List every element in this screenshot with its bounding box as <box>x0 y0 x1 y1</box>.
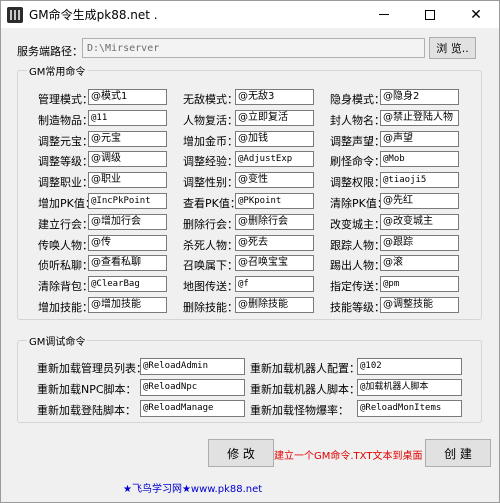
hint-text: 建立一个GM命令.TXT文本到桌面 <box>274 451 423 462</box>
command-input[interactable]: @滚 <box>380 255 459 271</box>
command-label: 管理模式： <box>38 93 93 106</box>
close-icon: ✕ <box>470 6 482 23</box>
command-input[interactable]: @11 <box>88 110 167 126</box>
browse-button[interactable]: 浏 览.. <box>429 37 476 59</box>
command-input[interactable]: @无敌3 <box>235 89 314 105</box>
maximize-icon <box>425 9 435 20</box>
command-input[interactable]: @召唤宝宝 <box>235 255 314 271</box>
debug-command-label: 重新加载怪物爆率： <box>250 404 349 417</box>
command-label: 踢出人物： <box>330 259 385 272</box>
command-input[interactable]: @增加行会 <box>88 214 167 230</box>
debug-command-label: 重新加载机器人配置： <box>250 362 360 375</box>
command-input[interactable]: @传 <box>88 235 167 251</box>
command-label: 制造物品： <box>38 114 93 127</box>
command-input[interactable]: @pm <box>380 276 459 292</box>
debug-command-label: 重新加载登陆脚本： <box>37 404 136 417</box>
window-title: GM命令生成pk88.net . <box>29 8 158 22</box>
debug-command-input[interactable]: @ReloadMonItems <box>357 400 462 417</box>
command-label: 调整职业： <box>38 176 93 189</box>
command-input[interactable]: @加钱 <box>235 131 314 147</box>
command-label: 调整性别： <box>183 176 238 189</box>
minimize-icon <box>379 14 389 15</box>
command-label: 调整经验： <box>183 155 238 168</box>
command-label: 封人物名： <box>330 114 385 127</box>
group-title: GM调试命令 <box>27 333 88 348</box>
command-input[interactable]: @删除行会 <box>235 214 314 230</box>
command-input[interactable]: @隐身2 <box>380 89 459 105</box>
command-label: 改变城主： <box>330 218 385 231</box>
maximize-button[interactable] <box>407 1 453 28</box>
command-input[interactable]: @Mob <box>380 151 459 167</box>
title-bar[interactable]: GM命令生成pk88.net . ✕ <box>1 1 499 28</box>
command-input[interactable]: @职业 <box>88 172 167 188</box>
command-input[interactable]: @死去 <box>235 235 314 251</box>
command-input[interactable]: @禁止登陆人物 <box>380 110 459 126</box>
command-input[interactable]: @IncPkPoint <box>88 193 167 209</box>
command-input[interactable]: @PKpoint <box>235 193 314 209</box>
debug-command-input[interactable]: @102 <box>357 358 462 375</box>
command-input[interactable]: @tiaoji5 <box>380 172 459 188</box>
command-input[interactable]: @删除技能 <box>235 297 314 313</box>
debug-command-label: 重新加载机器人脚本： <box>250 383 360 396</box>
command-label: 隐身模式： <box>330 93 385 106</box>
command-label: 人物复活： <box>183 114 238 127</box>
command-label: 传唤人物： <box>38 239 93 252</box>
debug-command-input[interactable]: @ReloadNpc <box>140 379 245 396</box>
command-input[interactable]: @声望 <box>380 131 459 147</box>
command-input[interactable]: @先红 <box>380 193 459 209</box>
command-input[interactable]: @模式1 <box>88 89 167 105</box>
command-label: 增加金币： <box>183 135 238 148</box>
command-label: 调整权限： <box>330 176 385 189</box>
app-icon <box>7 7 23 23</box>
command-input[interactable]: @增加技能 <box>88 297 167 313</box>
command-label: 跟踪人物： <box>330 239 385 252</box>
command-input[interactable]: @ClearBag <box>88 276 167 292</box>
command-input[interactable]: @查看私聊 <box>88 255 167 271</box>
command-input[interactable]: @变性 <box>235 172 314 188</box>
minimize-button[interactable] <box>361 1 407 28</box>
server-path-input[interactable]: D:\Mirserver <box>82 38 425 58</box>
debug-command-label: 重新加载管理员列表： <box>37 362 147 375</box>
command-label: 删除技能： <box>183 301 238 314</box>
server-path-label: 服务端路径： <box>17 45 83 58</box>
command-label: 无敌模式： <box>183 93 238 106</box>
command-input[interactable]: @AdjustExp <box>235 151 314 167</box>
command-label: 调整元宝： <box>38 135 93 148</box>
app-window: GM命令生成pk88.net . ✕ 服务端路径： D:\Mirserver 浏… <box>0 0 500 503</box>
command-label: 调整声望： <box>330 135 385 148</box>
command-input[interactable]: @跟踪 <box>380 235 459 251</box>
command-label: 指定传送： <box>330 280 385 293</box>
debug-command-label: 重新加载NPC脚本： <box>37 383 137 396</box>
command-input[interactable]: @立即复活 <box>235 110 314 126</box>
command-label: 建立行会： <box>38 218 93 231</box>
debug-command-input[interactable]: @ReloadManage <box>140 400 245 417</box>
command-label: 技能等级： <box>330 301 385 314</box>
command-label: 删除行会： <box>183 218 238 231</box>
command-input[interactable]: @调整技能 <box>380 297 459 313</box>
command-label: 调整等级： <box>38 155 93 168</box>
command-input[interactable]: @f <box>235 276 314 292</box>
command-label: 杀死人物： <box>183 239 238 252</box>
command-input[interactable]: @元宝 <box>88 131 167 147</box>
debug-command-input[interactable]: @加载机器人脚本 <box>357 379 462 396</box>
close-button[interactable]: ✕ <box>453 1 499 28</box>
command-label: 刷怪命令： <box>330 155 385 168</box>
footer-link[interactable]: ★飞鸟学习网★www.pk88.net <box>123 480 262 495</box>
command-label: 查看PK值： <box>183 197 241 210</box>
command-label: 侦听私聊： <box>38 259 93 272</box>
create-button[interactable]: 创 建 <box>425 439 491 467</box>
command-label: 清除背包： <box>38 280 93 293</box>
command-input[interactable]: @改变城主 <box>380 214 459 230</box>
command-input[interactable]: @调级 <box>88 151 167 167</box>
group-title: GM常用命令 <box>27 63 88 78</box>
command-label: 地图传送： <box>183 280 238 293</box>
command-label: 增加技能： <box>38 301 93 314</box>
command-label: 召唤属下： <box>183 259 238 272</box>
modify-button[interactable]: 修 改 <box>208 439 274 467</box>
debug-command-input[interactable]: @ReloadAdmin <box>140 358 245 375</box>
